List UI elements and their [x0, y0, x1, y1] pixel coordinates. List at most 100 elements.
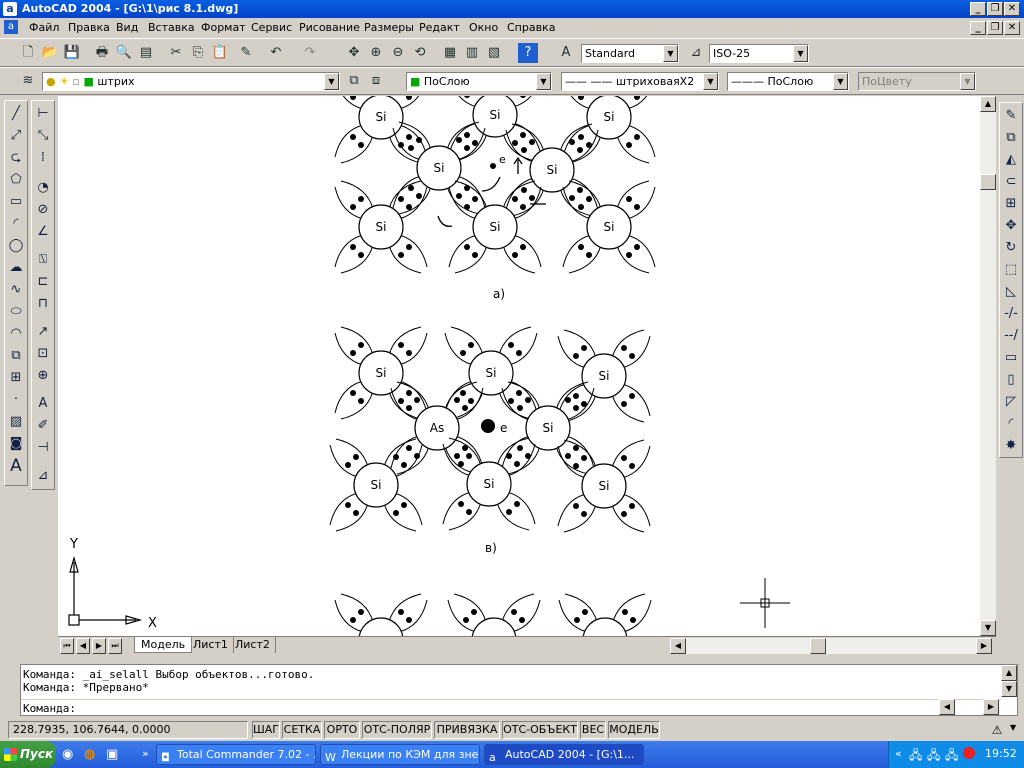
zoom-window-icon[interactable]: ⊖ — [388, 43, 408, 63]
ellipse-icon[interactable]: ⬭ — [5, 301, 27, 323]
grid-toggle[interactable]: СЕТКА — [282, 721, 322, 739]
autocad-app-icon[interactable]: a — [3, 2, 17, 16]
angular-dim-icon[interactable]: ∠ — [32, 221, 54, 243]
tray-expand-icon[interactable]: « — [895, 747, 902, 760]
osnap-toggle[interactable]: ПРИВЯЗКА — [434, 721, 500, 739]
stretch-icon[interactable]: ◺ — [1000, 281, 1022, 303]
match-properties-icon[interactable]: ✎ — [236, 43, 256, 63]
dim-style-icon[interactable]: ⊿ — [686, 43, 706, 63]
chevron-down-icon[interactable]: ▼ — [663, 45, 678, 62]
dim-style-select[interactable]: ISO-25 ▼ — [709, 44, 809, 63]
doc-close-button[interactable]: ✕ — [1004, 21, 1020, 35]
leader-icon[interactable]: ↗ — [32, 321, 54, 343]
region-icon[interactable]: ◙ — [5, 433, 27, 455]
cmd-scroll-right-icon[interactable]: ▶ — [983, 699, 999, 715]
document-icon[interactable]: a — [4, 20, 18, 34]
menu-edit[interactable]: Правка — [68, 21, 110, 34]
layer-select[interactable]: ● ☀ ▫ ■ штрих ▼ — [42, 72, 340, 91]
network2-icon[interactable]: 🖧 — [927, 746, 940, 767]
publish-icon[interactable]: ▤ — [136, 43, 156, 63]
redo-icon[interactable]: ↷ — [300, 43, 320, 63]
radius-dim-icon[interactable]: ◔ — [32, 177, 54, 199]
first-tab-icon[interactable]: ⏮ — [60, 638, 74, 654]
snap-toggle[interactable]: ШАГ — [252, 721, 280, 739]
polygon-icon[interactable]: ⬠ — [5, 169, 27, 191]
aligned-dim-icon[interactable]: ⤡ — [32, 125, 54, 147]
chevron-down-icon[interactable]: ▼ — [324, 73, 339, 90]
menu-insert[interactable]: Вставка — [148, 21, 195, 34]
scroll-right-icon[interactable]: ▶ — [976, 638, 992, 654]
dim-update-icon[interactable]: ⊣ — [32, 437, 54, 459]
horizontal-scrollbar[interactable] — [686, 638, 976, 654]
drawing-svg[interactable]: Si Si SiSi SiSi Si SiSi Si SiAs SiSi Si Si e e а) … — [58, 68, 980, 687]
command-input[interactable]: Команда: — [21, 699, 1001, 715]
print-preview-icon[interactable]: 🔍 — [114, 43, 134, 63]
restore-button[interactable]: ❐ — [987, 2, 1003, 16]
model-toggle[interactable]: МОДЕЛЬ — [608, 721, 660, 739]
minimize-button[interactable]: _ — [970, 2, 986, 16]
task-total-commander[interactable]: ◘ Total Commander 7.02 - ... — [156, 744, 316, 765]
line-icon[interactable]: ╱ — [5, 103, 27, 125]
zoom-realtime-icon[interactable]: ⊕ — [366, 43, 386, 63]
point-icon[interactable]: · — [5, 389, 27, 411]
doc-minimize-button[interactable]: _ — [970, 21, 986, 35]
save-icon[interactable]: 💾 — [62, 43, 82, 63]
antivirus-icon[interactable] — [963, 747, 975, 759]
array-icon[interactable]: ⊞ — [1000, 193, 1022, 215]
browser-icon[interactable]: ◉ — [62, 747, 73, 762]
construction-line-icon[interactable]: ⤢ — [5, 125, 27, 147]
linetype-select[interactable]: —— —— штриховаяX2 ▼ — [561, 72, 719, 91]
properties-icon[interactable]: ▦ — [440, 43, 460, 63]
coordinates-readout[interactable]: 228.7935, 106.7644, 0.0000 — [8, 721, 248, 739]
firefox-icon[interactable]: ◍ — [84, 747, 95, 762]
break-icon[interactable]: ▯ — [1000, 369, 1022, 391]
cut-icon[interactable]: ✂ — [166, 43, 186, 63]
copy-icon[interactable]: ⎘ — [188, 43, 208, 63]
close-button[interactable]: ✕ — [1004, 2, 1020, 16]
doc-restore-button[interactable]: ❐ — [987, 21, 1003, 35]
menu-draw[interactable]: Рисование — [299, 21, 360, 34]
make-layer-current-icon[interactable]: ⧉ — [344, 71, 364, 91]
arc-icon[interactable]: ◜ — [5, 213, 27, 235]
prev-tab-icon[interactable]: ◀ — [76, 638, 90, 654]
scroll-up-icon[interactable]: ▲ — [980, 96, 996, 112]
center-mark-icon[interactable]: ⊕ — [32, 365, 54, 387]
spline-icon[interactable]: ∿ — [5, 279, 27, 301]
otrack-toggle[interactable]: ОТС-ОБЪЕКТ — [502, 721, 578, 739]
more-quicklaunch-icon[interactable]: » — [142, 747, 149, 760]
lineweight-select[interactable]: ——— ПоСлою ▼ — [727, 72, 849, 91]
copy-object-icon[interactable]: ⧉ — [1000, 127, 1022, 149]
revision-cloud-icon[interactable]: ☁ — [5, 257, 27, 279]
save-disk-icon[interactable]: ▣ — [106, 747, 118, 762]
diameter-dim-icon[interactable]: ⊘ — [32, 199, 54, 221]
print-icon[interactable]: 🖶 — [92, 43, 112, 63]
cmd-scroll-left-icon[interactable]: ◀ — [939, 699, 955, 715]
tolerance-icon[interactable]: ⊡ — [32, 343, 54, 365]
insert-block-icon[interactable]: ⧉ — [5, 345, 27, 367]
make-block-icon[interactable]: ⊞ — [5, 367, 27, 389]
extend-icon[interactable]: --/ — [1000, 325, 1022, 347]
status-menu-icon[interactable]: ▼ — [1010, 723, 1016, 732]
next-tab-icon[interactable]: ▶ — [92, 638, 106, 654]
zoom-previous-icon[interactable]: ⟲ — [410, 43, 430, 63]
new-file-icon[interactable]: 🗋 — [18, 43, 38, 63]
menu-modify[interactable]: Редакт — [419, 21, 460, 34]
help-icon[interactable]: ? — [518, 43, 538, 63]
layer-manager-icon[interactable]: ≋ — [18, 71, 38, 91]
explode-icon[interactable]: ✸ — [1000, 435, 1022, 457]
dim-edit-icon[interactable]: A — [32, 393, 54, 415]
chevron-down-icon[interactable]: ▼ — [536, 73, 551, 90]
polyline-icon[interactable]: ⮎ — [5, 147, 27, 169]
continue-dim-icon[interactable]: ⊓ — [32, 293, 54, 315]
ortho-toggle[interactable]: ОРТО — [324, 721, 360, 739]
scroll-left-icon[interactable]: ◀ — [670, 638, 686, 654]
open-file-icon[interactable]: 📂 — [40, 43, 60, 63]
erase-icon[interactable]: ✎ — [1000, 105, 1022, 127]
baseline-dim-icon[interactable]: ⊏ — [32, 271, 54, 293]
chamfer-icon[interactable]: ◸ — [1000, 391, 1022, 413]
tool-palettes-icon[interactable]: ▧ — [484, 43, 504, 63]
task-word-document[interactable]: W Лекции по КЭМ для зне... — [320, 744, 480, 765]
communication-center-icon[interactable]: ⚠ — [988, 722, 1006, 738]
design-center-icon[interactable]: ▥ — [462, 43, 482, 63]
ellipse-arc-icon[interactable]: ◠ — [5, 323, 27, 345]
